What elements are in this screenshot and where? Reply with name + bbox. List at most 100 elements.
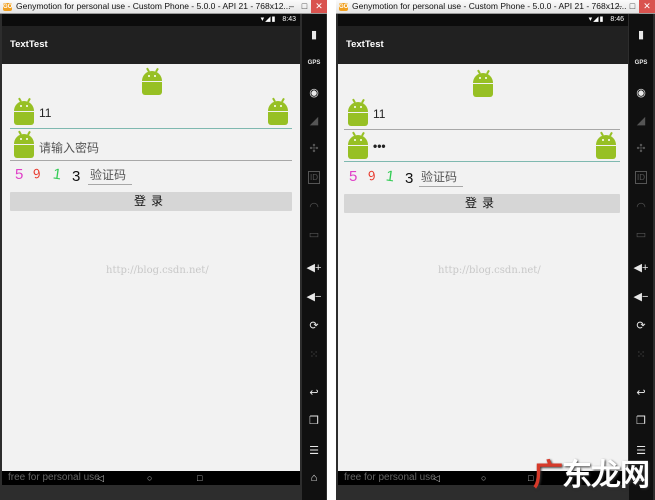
id-icon[interactable]: ID: [635, 171, 647, 184]
volume-down-icon[interactable]: ◀−: [629, 290, 653, 303]
phone-screen: ▾◢▮ 8:43 TextTest 11 请输入密码 5 9 1 3 验证码 登…: [2, 14, 300, 485]
status-time: 8:43: [282, 16, 296, 23]
action-bar: TextTest: [338, 26, 628, 64]
close-icon[interactable]: ✕: [639, 0, 655, 13]
watermark-text: http://blog.csdn.net/: [438, 265, 541, 276]
site-mark-part2: 东龙网: [562, 458, 650, 493]
camera-icon[interactable]: ◉: [629, 86, 653, 99]
app-title: TextTest: [346, 39, 384, 50]
window-controls: – □ ✕: [613, 0, 655, 13]
emulator-window-right: GO Genymotion for personal use - Custom …: [336, 0, 655, 500]
close-icon[interactable]: ✕: [311, 0, 327, 13]
window-title: Genymotion for personal use - Custom Pho…: [16, 1, 291, 11]
genymotion-logo-icon: GO: [3, 3, 13, 11]
camera-icon[interactable]: ◉: [302, 86, 326, 99]
recent-apps-icon[interactable]: ❐: [302, 414, 326, 427]
home-nav-icon[interactable]: ○: [147, 472, 152, 484]
username-input[interactable]: 11: [373, 107, 385, 121]
volume-up-icon[interactable]: ◀+: [629, 261, 653, 274]
clear-android-icon[interactable]: [594, 131, 618, 159]
action-bar: TextTest: [2, 26, 300, 64]
recent-apps-icon[interactable]: ❐: [629, 414, 653, 427]
username-underline: [10, 128, 292, 129]
battery-icon[interactable]: ▮: [302, 28, 326, 41]
password-input[interactable]: •••: [373, 139, 386, 153]
captcha-digit-1: 5: [15, 166, 24, 183]
android-logo-icon: [140, 67, 164, 95]
status-time: 8:46: [610, 16, 624, 23]
captcha-input[interactable]: 验证码: [90, 166, 126, 183]
maximize-icon[interactable]: □: [626, 0, 639, 13]
captcha-digit-1: 5: [349, 168, 358, 185]
dpad-icon[interactable]: ✣: [302, 142, 326, 155]
rotate-icon[interactable]: ⟳: [629, 319, 653, 332]
window-titlebar: GO Genymotion for personal use - Custom …: [336, 0, 655, 14]
emulator-window-left: GO Genymotion for personal use - Custom …: [0, 0, 327, 500]
wifi-signal-battery-icon: ▾◢▮: [588, 16, 605, 23]
id-icon[interactable]: ID: [308, 171, 320, 184]
captcha-digit-3: 1: [384, 167, 396, 186]
login-button[interactable]: 登录: [10, 192, 292, 211]
nav-bar: free for personal use ◁ ○ □: [2, 471, 300, 485]
captcha-digit-4: 3: [72, 168, 81, 185]
genymotion-logo-icon: GO: [339, 3, 349, 11]
wifi-signal-battery-icon: ▾◢▮: [260, 16, 277, 23]
username-input[interactable]: 11: [39, 106, 51, 120]
sms-icon[interactable]: ▭: [302, 228, 326, 241]
password-android-icon: [346, 131, 370, 159]
captcha-digit-2: 9: [365, 167, 378, 184]
home-icon[interactable]: ⌂: [302, 472, 326, 484]
back-nav-icon[interactable]: ◁: [97, 472, 104, 484]
login-button[interactable]: 登录: [344, 194, 620, 213]
rss-icon[interactable]: ◠: [629, 200, 653, 213]
user-android-icon: [12, 97, 36, 125]
back-nav-icon[interactable]: ◁: [433, 472, 440, 484]
battery-icon[interactable]: ▮: [629, 28, 653, 41]
recents-nav-icon[interactable]: □: [197, 472, 202, 484]
home-nav-icon[interactable]: ○: [481, 472, 486, 484]
free-license-text: free for personal use: [8, 472, 100, 483]
free-license-text: free for personal use: [344, 472, 436, 483]
username-underline: [344, 129, 620, 130]
captcha-input[interactable]: 验证码: [421, 168, 457, 185]
back-icon[interactable]: ↩: [302, 386, 326, 399]
back-icon[interactable]: ↩: [629, 386, 653, 399]
genymotion-toolbar: ▮ GPS ◉ ◢ ✣ ID ◠ ▭ ◀+ ◀− ⟳ ⁙ ↩ ❐ ☰ ⌂: [629, 14, 653, 500]
rss-icon[interactable]: ◠: [302, 200, 326, 213]
maximize-icon[interactable]: □: [298, 0, 311, 13]
genymotion-toolbar: ▮ GPS ◉ ◢ ✣ ID ◠ ▭ ◀+ ◀− ⟳ ⁙ ↩ ❐ ☰ ⌂: [302, 14, 326, 500]
user-android-icon: [346, 98, 370, 126]
password-underline: [10, 160, 292, 161]
menu-icon[interactable]: ☰: [302, 444, 326, 457]
captcha-digit-2: 9: [30, 165, 43, 182]
status-bar: ▾◢▮ 8:46: [338, 14, 628, 26]
status-bar: ▾◢▮ 8:43: [2, 14, 300, 26]
volume-down-icon[interactable]: ◀−: [302, 290, 326, 303]
captcha-underline: [88, 184, 132, 185]
minimize-icon[interactable]: –: [285, 0, 298, 13]
pinch-icon[interactable]: ⁙: [302, 348, 326, 361]
captcha-underline: [419, 186, 463, 187]
android-logo-icon: [471, 69, 495, 97]
clear-android-icon[interactable]: [266, 97, 290, 125]
login-form: 11 请输入密码 5 9 1 3 验证码 登录 http://blog.csdn…: [2, 64, 300, 485]
phone-screen: ▾◢▮ 8:46 TextTest 11 ••• 5 9 1 3 验证码 登录 …: [338, 14, 628, 485]
gps-icon[interactable]: GPS: [302, 60, 326, 66]
dpad-icon[interactable]: ✣: [629, 142, 653, 155]
volume-up-icon[interactable]: ◀+: [302, 261, 326, 274]
minimize-icon[interactable]: –: [613, 0, 626, 13]
password-input[interactable]: 请输入密码: [39, 139, 99, 156]
window-title: Genymotion for personal use - Custom Pho…: [352, 1, 627, 11]
sms-icon[interactable]: ▭: [629, 228, 653, 241]
gps-icon[interactable]: GPS: [629, 60, 653, 66]
site-mark-part1: 广: [533, 458, 563, 493]
app-title: TextTest: [10, 39, 48, 50]
password-underline: [344, 161, 620, 162]
password-android-icon: [12, 130, 36, 158]
rotate-icon[interactable]: ⟳: [302, 319, 326, 332]
signal-icon[interactable]: ◢: [629, 114, 653, 127]
pinch-icon[interactable]: ⁙: [629, 348, 653, 361]
site-watermark-logo: 广东龙网: [533, 450, 650, 494]
signal-icon[interactable]: ◢: [302, 114, 326, 127]
window-controls: – □ ✕: [285, 0, 327, 13]
